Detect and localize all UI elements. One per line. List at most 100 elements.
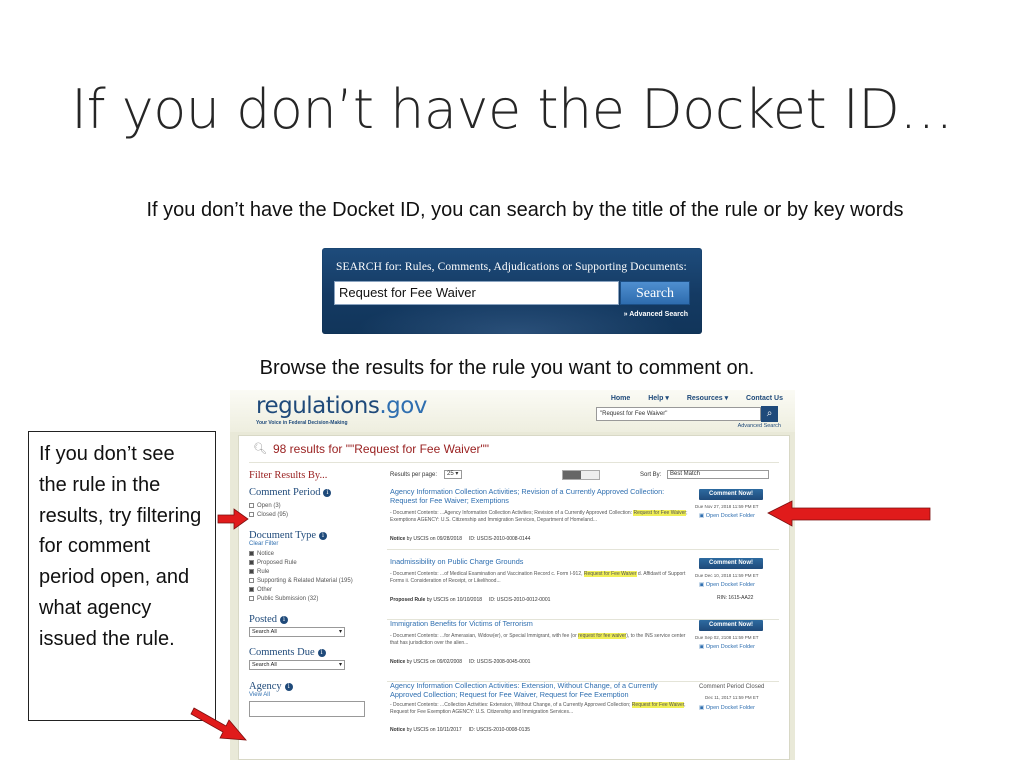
desc-text: - Document Contents: ...of Medical Exami… — [390, 571, 583, 577]
info-icon[interactable]: i — [323, 488, 332, 497]
browse-instruction: Browse the results for the rule you want… — [259, 357, 755, 379]
view-toggle[interactable] — [562, 470, 600, 480]
filter-open[interactable]: Open (3) — [249, 502, 375, 511]
results-panel: 🔍︎ 98 results for ""Request for Fee Waiv… — [238, 435, 790, 760]
meta-type: Proposed Rule — [390, 597, 426, 603]
result-title-link[interactable]: Immigration Benefits for Victims of Terr… — [390, 619, 690, 629]
result-item: Agency Information Collection Activities… — [387, 681, 779, 744]
filter-sidebar: Filter Results By... Comment Period i Ope… — [249, 470, 375, 760]
list-view-icon[interactable] — [563, 471, 581, 479]
open-docket-folder-link[interactable]: ▣ Open Docket Folder — [699, 705, 755, 711]
info-icon[interactable]: i — [317, 648, 326, 657]
divider — [249, 462, 779, 463]
results-per-page-select[interactable]: 25 ▾ — [444, 470, 462, 479]
search-input[interactable]: Request for Fee Waiver — [334, 281, 619, 305]
logo-gov: .gov — [379, 393, 427, 419]
meta-type: Notice — [390, 536, 406, 542]
nav-resources[interactable]: Resources ▾ — [687, 395, 728, 402]
search-box-image: SEARCH for: Rules, Comments, Adjudicatio… — [322, 248, 702, 334]
filter-tip-callout: If you don’t see the rule in the results… — [28, 431, 216, 721]
folder-label: Open Docket Folder — [705, 705, 755, 711]
arrow-to-comment-now-icon — [767, 500, 931, 527]
search-icon[interactable]: ⌕ — [761, 406, 778, 422]
nav-help[interactable]: Help ▾ — [648, 395, 669, 402]
checkbox-notice[interactable] — [249, 550, 254, 556]
comment-now-button[interactable]: Comment Now! — [699, 558, 763, 569]
result-description: - Document Contents: ...Agency Informati… — [390, 510, 695, 524]
result-item: Immigration Benefits for Victims of Terr… — [387, 619, 779, 682]
nav-home[interactable]: Home — [611, 395, 630, 402]
agency-view-all-link[interactable]: View All — [249, 692, 375, 698]
result-title-link[interactable]: Agency Information Collection Activities… — [390, 487, 690, 505]
result-title-link[interactable]: Inadmissibility on Public Charge Grounds — [390, 557, 690, 567]
open-docket-folder-link[interactable]: ▣ Open Docket Folder — [699, 582, 755, 588]
doctype-other[interactable]: Other — [249, 586, 375, 595]
sort-label: Sort By: — [640, 472, 662, 478]
doctype-supporting[interactable]: Supporting & Related Material (195) — [249, 577, 375, 586]
open-docket-folder-link[interactable]: ▣ Open Docket Folder — [699, 513, 755, 519]
info-icon[interactable]: i — [319, 531, 328, 540]
clear-filter-link[interactable]: Clear Filter — [249, 541, 375, 547]
filter-closed[interactable]: Closed (95) — [249, 511, 375, 520]
result-meta: Notice by USCIS on 10/11/2017 ID: USCIS-… — [390, 727, 530, 733]
filter-comment-period: Comment Period i — [249, 487, 375, 498]
site-logo[interactable]: regulations.gov — [256, 393, 427, 419]
result-meta: Proposed Rule by USCIS on 10/10/2018 ID:… — [390, 597, 550, 603]
comment-now-button[interactable]: Comment Now! — [699, 489, 763, 500]
arrow-to-comment-period-icon — [217, 508, 249, 530]
filter-agency: Agency i — [249, 681, 375, 692]
desc-highlight: Request for Fee Waiver — [583, 571, 637, 577]
comment-now-button[interactable]: Comment Now! — [699, 620, 763, 631]
posted-select[interactable]: Search All — [249, 627, 345, 637]
due-date: Due Dec 10, 2018 11:59 PM ET — [695, 573, 759, 578]
advanced-search-link[interactable]: » Advanced Search — [624, 311, 688, 318]
comment-closed-label: Comment Period Closed — [699, 684, 765, 690]
meta-id: ID: USCIS-2010-0008-0144 — [468, 536, 531, 542]
info-icon[interactable]: i — [284, 682, 293, 691]
doctype-label: Supporting & Related Material (195) — [257, 578, 353, 584]
site-tagline: Your Voice in Federal Decision-Making — [256, 420, 348, 426]
meta-date: by USCIS on 10/10/2018 — [426, 597, 483, 603]
folder-label: Open Docket Folder — [705, 513, 755, 519]
site-advanced-search-link[interactable]: Advanced Search — [738, 423, 781, 429]
site-search-input[interactable]: "Request for Fee Waiver" — [596, 407, 761, 421]
doctype-public-submission[interactable]: Public Submission (32) — [249, 595, 375, 604]
result-title-link[interactable]: Agency Information Collection Activities… — [390, 681, 690, 699]
desc-highlight: Request for Fee Waiver — [633, 510, 687, 516]
agency-label: Agency — [249, 681, 282, 692]
checkbox-supporting[interactable] — [249, 577, 254, 583]
arrow-to-agency-icon — [190, 707, 247, 741]
magnifier-icon: 🔍︎ — [253, 443, 267, 455]
doctype-proposed-rule[interactable]: Proposed Rule — [249, 559, 375, 568]
comments-due-select[interactable]: Search All — [249, 660, 345, 670]
search-button[interactable]: Search — [620, 281, 690, 305]
filter-comments-due: Comments Due i — [249, 647, 375, 658]
desc-text: - Document Contents: ...for Amerasian, W… — [390, 633, 577, 639]
filter-document-type: Document Type i — [249, 530, 375, 541]
meta-date: by USCIS on 09/02/2008 — [406, 659, 462, 665]
sort-select[interactable]: Best Match — [667, 470, 769, 479]
meta-id: ID: USCIS-2010-0012-0001 — [488, 597, 551, 603]
rin-number: RIN: 1615-AA22 — [717, 595, 754, 601]
agency-input[interactable] — [249, 701, 365, 717]
document-type-label: Document Type — [249, 530, 317, 541]
result-meta: Notice by USCIS on 09/28/2018 ID: USCIS-… — [390, 536, 530, 542]
results-toolbar: Results per page: 25 ▾ Sort By: Best Mat… — [387, 470, 782, 482]
nav-contact[interactable]: Contact Us — [746, 395, 783, 402]
checkbox-other[interactable] — [249, 586, 254, 592]
due-date: Due Sep 02, 2108 11:59 PM ET — [695, 635, 759, 640]
posted-label: Posted — [249, 614, 278, 625]
slide-subtitle: If you don’t have the Docket ID, you can… — [146, 199, 904, 221]
doctype-label: Other — [257, 587, 273, 593]
filter-posted: Posted i — [249, 614, 375, 625]
checkbox-rule[interactable] — [249, 568, 254, 574]
open-docket-folder-link[interactable]: ▣ Open Docket Folder — [699, 644, 755, 650]
info-icon[interactable]: i — [280, 615, 289, 624]
doctype-notice[interactable]: Notice — [249, 550, 375, 559]
grid-view-icon[interactable] — [581, 471, 599, 479]
doctype-rule[interactable]: Rule — [249, 568, 375, 577]
checkbox-public-submission[interactable] — [249, 595, 254, 601]
meta-type: Notice — [390, 659, 406, 665]
checkbox-proposed-rule[interactable] — [249, 559, 254, 565]
site-header: regulations.gov Your Voice in Federal De… — [230, 390, 795, 432]
